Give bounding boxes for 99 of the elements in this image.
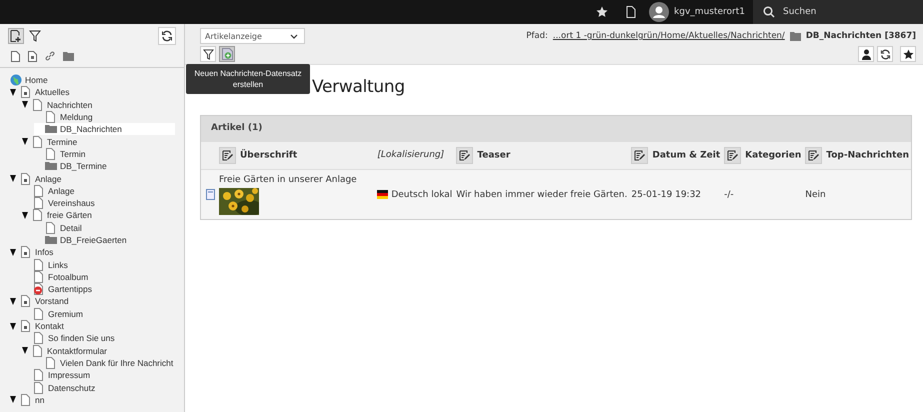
tree-item[interactable]: DB_FreieGaerten — [34, 234, 175, 246]
page-icon — [45, 356, 57, 369]
tree-item[interactable]: Vielen Dank für Ihre Nachricht — [34, 356, 175, 370]
page-heading: Verwaltung — [312, 77, 406, 97]
search-icon — [763, 6, 775, 18]
edit-column-button[interactable] — [805, 147, 822, 164]
edit-column-button[interactable] — [631, 147, 648, 164]
page-icon — [33, 270, 45, 283]
shortcut-page-icon — [20, 86, 32, 98]
page-icon — [20, 394, 32, 406]
tree-item[interactable]: Gremium — [22, 308, 175, 320]
folder-icon — [45, 123, 57, 136]
tree-item[interactable]: freie Gärten — [22, 209, 175, 222]
table-cell: Deutsch lokal — [391, 190, 452, 200]
column-header: Kategorien — [745, 150, 802, 160]
link-icon[interactable] — [45, 51, 55, 61]
tree-item[interactable]: Gartentipps — [22, 283, 175, 296]
search-field[interactable]: Suchen — [753, 0, 923, 24]
bookmark-button[interactable] — [900, 46, 916, 62]
tree-item[interactable]: Aktuelles — [10, 86, 175, 99]
page-icon — [33, 308, 45, 320]
tree-item[interactable]: Kontaktformular — [22, 344, 175, 357]
column-header: Top-Nachrichten — [826, 150, 909, 160]
edit-column-button[interactable] — [219, 147, 236, 164]
column-header: Überschrift — [240, 150, 298, 160]
page-icon — [33, 197, 45, 210]
tree-item[interactable]: Vereinshaus — [22, 196, 175, 210]
filter-button[interactable] — [200, 46, 216, 62]
tree-item[interactable]: Vorstand — [10, 295, 175, 308]
table-cell: 25-01-19 19:32 — [631, 190, 702, 200]
shortcut-page-icon — [20, 246, 32, 258]
table-cell: Nein — [805, 190, 826, 200]
page-icon — [45, 222, 57, 234]
folder-icon — [45, 160, 57, 172]
tree-item[interactable]: Nachrichten — [22, 98, 175, 111]
tree-item[interactable]: Anlage — [22, 184, 175, 197]
tree-item[interactable]: Kontakt — [10, 320, 175, 332]
tree-item[interactable]: Impressum — [22, 369, 175, 382]
star-icon[interactable] — [596, 6, 608, 18]
shortcut-page-icon — [20, 320, 32, 332]
folder-icon[interactable] — [63, 52, 74, 60]
tree-item[interactable]: Detail — [34, 222, 175, 234]
tree-item[interactable]: Datenschutz — [22, 381, 175, 394]
refresh-icon — [161, 30, 173, 42]
user-name[interactable]: kgv_musterort1 — [674, 7, 745, 17]
page-icon — [33, 184, 45, 197]
tree-item[interactable]: Fotoalbum — [22, 270, 175, 284]
new-page-button[interactable] — [8, 28, 24, 44]
page-icon — [32, 98, 44, 111]
tree-item[interactable]: Anlage — [10, 172, 175, 185]
tree-item[interactable]: Home — [10, 74, 175, 86]
refresh-button[interactable] — [158, 27, 176, 45]
document-icon[interactable] — [626, 6, 636, 18]
tree-item[interactable]: Termine — [22, 135, 175, 148]
folder-icon — [790, 32, 801, 40]
page-title: DB_Nachrichten [3867] — [806, 31, 916, 41]
page-icon — [32, 344, 44, 357]
view-dropdown[interactable]: Artikelanzeige — [200, 28, 305, 44]
page-icon — [45, 111, 57, 124]
tooltip: Neuen Nachrichten-Datensatz erstellen — [186, 64, 310, 94]
tree-item[interactable]: Infos — [10, 246, 175, 258]
shortcut-page-icon — [20, 172, 32, 185]
edit-column-button[interactable] — [456, 147, 474, 164]
column-header: Datum & Zeit — [652, 150, 720, 160]
globe-icon — [10, 74, 22, 86]
edit-column-button[interactable] — [724, 147, 742, 164]
page-icon — [45, 148, 57, 160]
tree-item[interactable]: So finden Sie uns — [22, 332, 175, 345]
blocked-page-icon — [33, 283, 45, 296]
page-icon — [33, 382, 45, 394]
avatar-icon[interactable] — [649, 2, 670, 22]
page-icon — [33, 258, 45, 271]
tree-item[interactable]: nn — [10, 394, 175, 406]
path-link[interactable]: ...ort 1 -grün-dunkelgrün/Home/Aktuelles/Nachrichten/ — [552, 31, 785, 41]
page-icon — [32, 136, 44, 148]
shortcut-page-icon[interactable] — [28, 50, 37, 62]
tree-item[interactable]: DB_Termine — [34, 160, 175, 172]
tree-item[interactable]: Links — [22, 258, 175, 271]
panel-title: Artikel (1) — [201, 116, 911, 141]
user-button[interactable] — [858, 46, 874, 62]
page-icon[interactable] — [11, 50, 20, 62]
column-header: [Lokalisierung] — [377, 150, 444, 160]
page-icon — [32, 209, 44, 222]
tree-item[interactable]: Meldung — [34, 110, 175, 124]
chevron-icon — [290, 34, 298, 38]
tree-item[interactable]: Termin — [34, 148, 175, 160]
refresh-button[interactable] — [877, 46, 893, 62]
flag-icon — [377, 190, 388, 199]
table-cell: Freie Gärten in unserer Anlage — [219, 175, 357, 185]
shortcut-page-icon — [20, 295, 32, 308]
record-icon[interactable] — [206, 189, 215, 200]
folder-icon — [45, 234, 57, 246]
page-icon — [33, 332, 45, 344]
path-label: Pfad: — [526, 31, 548, 41]
table-cell: Wir haben immer wieder freie Gärten. — [456, 190, 628, 200]
column-header: Teaser — [477, 150, 510, 160]
table-cell: -/- — [724, 190, 734, 200]
page-icon — [33, 369, 45, 382]
filter-button[interactable] — [27, 28, 43, 44]
